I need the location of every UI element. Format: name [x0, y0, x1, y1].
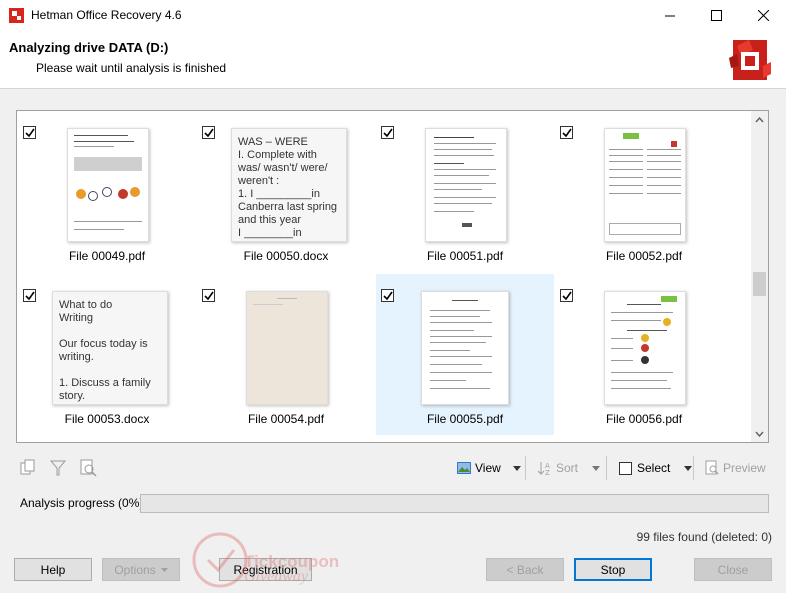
page-subtitle: Please wait until analysis is finished	[36, 61, 227, 75]
close-button[interactable]: Close	[694, 558, 772, 581]
file-name: File 00051.pdf	[426, 249, 504, 263]
file-item[interactable]: What to do Writing Our focus today is wr…	[18, 274, 196, 435]
vertical-scrollbar[interactable]	[751, 111, 768, 442]
preview-icon	[705, 460, 719, 475]
file-checkbox[interactable]	[381, 126, 394, 139]
sort-button[interactable]: A Z Sort	[537, 458, 601, 478]
options-label: Options	[114, 562, 156, 577]
grid-toolbar: View A Z Sort Select Preview	[16, 455, 772, 481]
app-icon	[9, 8, 24, 23]
office-recovery-logo	[729, 40, 771, 80]
file-thumbnail	[425, 128, 507, 242]
dropdown-arrow-icon	[592, 465, 601, 471]
file-name: File 00053.docx	[64, 412, 150, 426]
file-thumbnail	[421, 291, 509, 405]
files-found-status: 99 files found (deleted: 0)	[636, 530, 772, 544]
file-item[interactable]: File 00049.pdf	[18, 111, 196, 272]
file-checkbox[interactable]	[560, 289, 573, 302]
toolbar-separator	[693, 456, 694, 480]
select-label: Select	[637, 461, 671, 475]
view-label: View	[475, 461, 501, 475]
file-thumbnail	[604, 291, 686, 405]
filter-icon[interactable]	[48, 458, 68, 478]
view-thumbnails-icon	[457, 462, 471, 474]
find-file-icon[interactable]	[78, 458, 98, 478]
scroll-thumb[interactable]	[753, 272, 766, 296]
dropdown-arrow-icon	[512, 465, 521, 471]
analysis-progress-label: Analysis progress (0%)	[20, 496, 144, 510]
file-preview-text: What to do Writing Our focus today is wr…	[52, 291, 168, 405]
maximize-button[interactable]	[693, 0, 739, 31]
select-button[interactable]: Select	[619, 458, 693, 478]
copy-icon[interactable]	[18, 458, 38, 478]
help-button[interactable]: Help	[14, 558, 92, 581]
file-checkbox[interactable]	[23, 126, 36, 139]
maximize-icon	[710, 10, 722, 21]
file-checkbox[interactable]	[202, 289, 215, 302]
toolbar-separator	[525, 456, 526, 480]
file-thumbnail-grid[interactable]: File 00049.pdf WAS – WERE I. Complete wi…	[16, 110, 769, 443]
scroll-up-button[interactable]	[751, 111, 768, 128]
sort-icon: A Z	[537, 462, 550, 476]
file-checkbox[interactable]	[202, 126, 215, 139]
wizard-header: Analyzing drive DATA (D:) Please wait un…	[0, 31, 786, 89]
file-name: File 00055.pdf	[426, 412, 504, 426]
file-item[interactable]: File 00055.pdf	[376, 274, 554, 435]
close-icon	[757, 10, 769, 21]
file-checkbox[interactable]	[23, 289, 36, 302]
file-name: File 00050.docx	[243, 249, 329, 263]
title-bar: Hetman Office Recovery 4.6	[0, 0, 786, 31]
dropdown-arrow-icon	[160, 567, 168, 572]
analysis-progress-bar	[140, 494, 769, 513]
dropdown-arrow-icon	[684, 465, 693, 471]
minimize-icon	[665, 15, 675, 16]
view-button[interactable]: View	[456, 458, 521, 478]
file-name: File 00052.pdf	[605, 249, 683, 263]
file-thumbnail	[246, 291, 328, 405]
file-item[interactable]: File 00056.pdf	[555, 274, 733, 435]
file-thumbnail	[604, 128, 686, 242]
minimize-button[interactable]	[647, 0, 693, 31]
options-button[interactable]: Options	[102, 558, 180, 581]
file-thumbnail	[67, 128, 149, 242]
file-item[interactable]: WAS – WERE I. Complete with was/ wasn't/…	[197, 111, 375, 272]
file-preview-text: WAS – WERE I. Complete with was/ wasn't/…	[231, 128, 347, 242]
close-window-button[interactable]	[740, 0, 786, 31]
page-title: Analyzing drive DATA (D:)	[9, 40, 169, 55]
chevron-down-icon	[755, 431, 764, 437]
file-item[interactable]: File 00052.pdf	[555, 111, 733, 272]
registration-button[interactable]: Registration	[219, 558, 312, 581]
toolbar-separator	[606, 456, 607, 480]
chevron-up-icon	[755, 116, 764, 122]
window-title: Hetman Office Recovery 4.6	[31, 8, 182, 22]
stop-button[interactable]: Stop	[574, 558, 652, 581]
preview-button[interactable]: Preview	[704, 458, 766, 478]
back-button[interactable]: < Back	[486, 558, 564, 581]
file-item[interactable]: File 00054.pdf	[197, 274, 375, 435]
scroll-down-button[interactable]	[751, 425, 768, 442]
file-name: File 00049.pdf	[68, 249, 146, 263]
preview-label: Preview	[723, 461, 766, 475]
file-name: File 00054.pdf	[247, 412, 325, 426]
select-all-checkbox[interactable]	[619, 461, 632, 475]
sort-label: Sort	[556, 461, 579, 475]
file-checkbox[interactable]	[560, 126, 573, 139]
file-name: File 00056.pdf	[605, 412, 683, 426]
file-item[interactable]: File 00051.pdf	[376, 111, 554, 272]
file-checkbox[interactable]	[381, 289, 394, 302]
svg-text:Z: Z	[545, 469, 550, 476]
